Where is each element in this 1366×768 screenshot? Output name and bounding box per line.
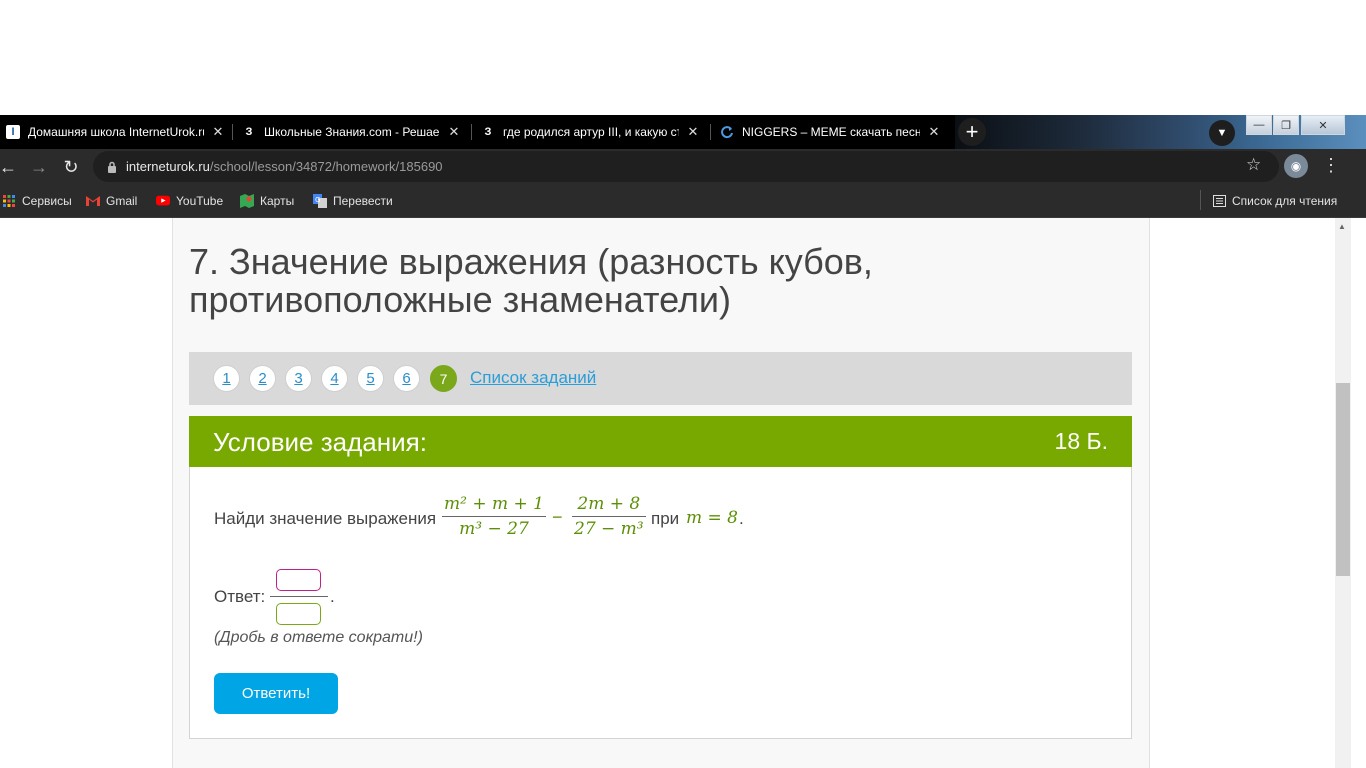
blank-top-area <box>0 0 1366 115</box>
tab-separator <box>232 124 233 140</box>
page-link-6[interactable]: 6 <box>393 365 420 392</box>
answer-hint: (Дробь в ответе сократи!) <box>214 629 423 646</box>
url-host: interneturok.ru <box>126 159 210 174</box>
bookmark-translate[interactable]: G Перевести <box>313 184 393 217</box>
lock-icon <box>107 160 117 173</box>
maximize-button[interactable]: ❐ <box>1273 115 1299 135</box>
tab-title: NIGGERS – MEME скачать песню <box>742 125 920 139</box>
answer-label: Ответ: <box>214 587 266 606</box>
task-pager: 1 2 3 4 5 6 7 Список заданий <box>189 352 1132 405</box>
tab-search-button[interactable]: ▼ <box>1209 120 1235 146</box>
task-condition-title: Условие задания: <box>213 427 427 457</box>
fraction-bar <box>442 516 546 517</box>
bookmark-services[interactable]: Сервисы <box>2 184 72 217</box>
translate-icon: G <box>313 193 327 208</box>
bookmark-gmail[interactable]: Gmail <box>86 184 137 217</box>
tab-title: Школьные Знания.com - Решаем <box>264 125 440 139</box>
menu-kebab-icon[interactable]: ⋮ <box>1322 155 1340 176</box>
minimize-button[interactable]: — <box>1246 115 1272 135</box>
task-points: 18 Б. <box>1054 428 1108 454</box>
new-tab-button[interactable]: + <box>958 118 986 146</box>
tab-znanija-2[interactable]: З где родился артур III, и какую стр ✕ <box>475 115 707 149</box>
fraction-2: 2m + 8 27 − m³ <box>572 494 646 539</box>
profile-avatar[interactable]: ◉ <box>1284 154 1308 178</box>
tab-title: Домашняя школа InternetUrok.ru <box>28 125 204 139</box>
bookmark-label: Gmail <box>106 193 138 208</box>
page-link-3[interactable]: 3 <box>285 365 312 392</box>
tab-strip: I Домашняя школа InternetUrok.ru ✕ З Шко… <box>0 115 1366 149</box>
fraction-2-denominator: 27 − m³ <box>574 519 644 539</box>
answer-period: . <box>330 587 335 606</box>
tab-separator <box>471 124 472 140</box>
tab-title: где родился артур III, и какую стр <box>503 125 679 139</box>
bookmark-maps[interactable]: Карты <box>240 184 294 217</box>
page-scrollbar[interactable]: ▲ <box>1335 218 1351 768</box>
close-window-button[interactable]: ✕ <box>1301 115 1345 135</box>
question-period: . <box>739 509 744 528</box>
internetUrok-favicon-icon: I <box>6 125 20 139</box>
lesson-title: 7. Значение выражения (разность кубов, п… <box>189 241 873 320</box>
page-link-2[interactable]: 2 <box>249 365 276 392</box>
fraction-1-numerator: m² + m + 1 <box>444 494 544 514</box>
minus-sign: − <box>552 507 563 527</box>
page-link-1[interactable]: 1 <box>213 365 240 392</box>
task-body: Найди значение выражения m² + m + 1 m³ −… <box>189 467 1132 739</box>
submit-answer-button[interactable]: Ответить! <box>214 673 338 714</box>
gmail-icon <box>86 194 100 208</box>
answer-fraction-bar <box>270 596 328 597</box>
page-current-7: 7 <box>430 365 457 392</box>
tab-song[interactable]: NIGGERS – MEME скачать песню ✕ <box>714 115 948 149</box>
refresh-favicon-icon <box>720 125 734 139</box>
tab-internetUrok[interactable]: I Домашняя школа InternetUrok.ru ✕ <box>0 115 232 149</box>
bookmark-label: Сервисы <box>22 193 72 208</box>
address-bar[interactable]: interneturok.ru/school/lesson/34872/home… <box>93 151 1279 182</box>
bookmark-youtube[interactable]: YouTube <box>156 184 223 217</box>
scrollbar-thumb[interactable] <box>1336 383 1350 576</box>
answer-denominator-input[interactable] <box>276 603 321 625</box>
answer-numerator-input[interactable] <box>276 569 321 591</box>
page-link-5[interactable]: 5 <box>357 365 384 392</box>
znanija-favicon-icon: З <box>245 126 253 138</box>
bookmarks-bar: Сервисы Gmail YouTube Карты G Перевести … <box>0 184 1366 218</box>
reading-list-label: Список для чтения <box>1232 193 1338 208</box>
url-path: /school/lesson/34872/homework/185690 <box>209 159 443 174</box>
back-arrow-icon[interactable]: ← <box>0 154 21 180</box>
maps-icon <box>240 193 254 208</box>
fraction-bar <box>572 516 646 517</box>
page-content: 7. Значение выражения (разность кубов, п… <box>0 218 1366 768</box>
bookmarks-separator <box>1200 190 1201 210</box>
youtube-icon <box>156 194 170 208</box>
close-tab-icon[interactable]: ✕ <box>446 124 462 140</box>
close-tab-icon[interactable]: ✕ <box>685 124 701 140</box>
fraction-1: m² + m + 1 m³ − 27 <box>442 494 546 539</box>
fraction-1-denominator: m³ − 27 <box>459 519 529 539</box>
question-condition: m = 8 <box>686 508 738 528</box>
right-edge <box>1351 218 1366 768</box>
reading-list-icon <box>1212 194 1226 208</box>
close-tab-icon[interactable]: ✕ <box>210 124 226 140</box>
task-header: Условие задания: 18 Б. <box>189 416 1132 467</box>
scroll-up-arrow-icon[interactable]: ▲ <box>1338 222 1346 231</box>
tab-separator <box>710 124 711 140</box>
tab-znanija-1[interactable]: З Школьные Знания.com - Решаем ✕ <box>236 115 468 149</box>
bookmark-star-icon[interactable]: ☆ <box>1246 155 1261 175</box>
bookmark-label: YouTube <box>176 193 224 208</box>
question-prefix: Найди значение выражения <box>214 509 437 528</box>
fraction-2-numerator: 2m + 8 <box>577 494 641 514</box>
close-tab-icon[interactable]: ✕ <box>926 124 942 140</box>
forward-arrow-icon[interactable]: → <box>26 154 52 180</box>
reading-list-button[interactable]: Список для чтения <box>1212 184 1337 217</box>
url-text: interneturok.ru/school/lesson/34872/home… <box>126 159 443 174</box>
lesson-panel: 7. Значение выражения (разность кубов, п… <box>172 218 1150 768</box>
browser-toolbar: ← → ↻ interneturok.ru/school/lesson/3487… <box>0 149 1366 184</box>
task-list-link[interactable]: Список заданий <box>470 368 596 388</box>
question-at: при <box>651 509 680 528</box>
page-link-4[interactable]: 4 <box>321 365 348 392</box>
reload-icon[interactable]: ↻ <box>58 154 84 180</box>
svg-text:G: G <box>315 196 320 204</box>
bookmark-label: Перевести <box>333 193 393 208</box>
apps-grid-icon <box>2 194 16 208</box>
znanija-favicon-icon: З <box>484 126 492 138</box>
bookmark-label: Карты <box>260 193 295 208</box>
